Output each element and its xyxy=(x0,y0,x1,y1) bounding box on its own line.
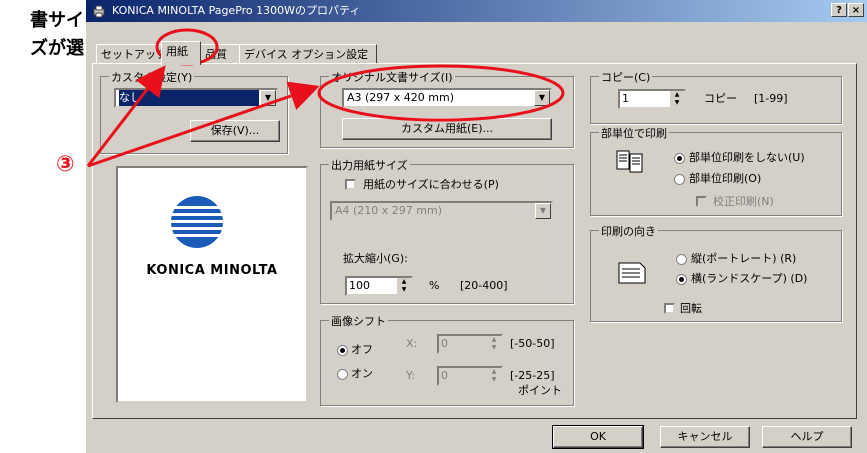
shift-on-label[interactable]: オン xyxy=(351,367,373,381)
spin-arrows-icon[interactable]: ▲ ▼ xyxy=(487,336,501,352)
landscape-page-icon xyxy=(618,262,646,284)
custom-settings-value: なし xyxy=(119,90,259,106)
shift-on-radio[interactable] xyxy=(337,369,348,380)
original-size-label: オリジナル文書サイズ(I) xyxy=(329,69,455,85)
spin-arrows-icon[interactable]: ▲ ▼ xyxy=(397,278,411,294)
copies-value: 1 xyxy=(622,92,629,105)
collate-label: 部単位で印刷 xyxy=(599,125,669,141)
rotate-label[interactable]: 回転 xyxy=(680,302,702,316)
document-text-line2: ズが選 xyxy=(30,38,84,59)
printer-icon xyxy=(93,5,105,18)
shift-x-label: X: xyxy=(406,337,418,350)
original-size-value: A3 (297 x 420 mm) xyxy=(347,91,455,104)
copies-label: コピー(C) xyxy=(599,69,653,85)
shift-y-value: 0 xyxy=(441,369,448,382)
chevron-down-icon[interactable]: ▼ xyxy=(260,90,276,106)
no-collate-label[interactable]: 部単位印刷をしない(U) xyxy=(689,151,805,165)
orientation-label: 印刷の向き xyxy=(599,223,658,239)
tab-quality[interactable]: 品質 xyxy=(200,44,240,64)
shift-off-label[interactable]: オフ xyxy=(351,343,373,357)
rotate-checkbox[interactable] xyxy=(664,303,675,314)
shift-x-spinner[interactable]: 0 ▲ ▼ xyxy=(437,334,503,354)
spin-arrows-icon[interactable]: ▲ ▼ xyxy=(670,91,684,107)
shift-off-radio[interactable] xyxy=(337,345,348,356)
ok-button[interactable]: OK xyxy=(552,425,644,449)
shift-y-spinner[interactable]: 0 ▲ ▼ xyxy=(437,366,503,386)
output-size-combo[interactable]: A4 (210 x 297 mm) ▼ xyxy=(330,201,553,221)
zoom-spinner[interactable]: 100 ▲ ▼ xyxy=(345,276,413,296)
cancel-button[interactable]: キャンセル xyxy=(660,426,750,448)
annotation-number: ③ xyxy=(56,152,75,177)
proof-print-checkbox[interactable] xyxy=(696,196,707,207)
shift-unit: ポイント xyxy=(518,384,562,397)
no-collate-radio[interactable] xyxy=(674,153,685,164)
tab-device-options[interactable]: デバイス オプション設定 xyxy=(239,44,377,64)
output-size-value: A4 (210 x 297 mm) xyxy=(335,204,443,217)
shift-y-range: [-25-25] xyxy=(510,369,555,382)
zoom-range: [20-400] xyxy=(460,279,508,292)
help-button[interactable]: ヘルプ xyxy=(762,426,852,448)
copies-unit: コピー xyxy=(704,92,737,105)
printer-properties-window: KONICA MINOLTA PagePro 1300Wのプロパティ ? × セ… xyxy=(85,0,867,453)
custom-paper-button[interactable]: カスタム用紙(E)... xyxy=(342,118,552,140)
portrait-radio[interactable] xyxy=(676,254,687,265)
close-title-button[interactable]: × xyxy=(848,3,864,17)
tab-setup[interactable]: セットアップ xyxy=(96,44,167,64)
window-title: KONICA MINOLTA PagePro 1300Wのプロパティ xyxy=(112,4,361,17)
original-size-combo[interactable]: A3 (297 x 420 mm) ▼ xyxy=(342,88,552,108)
output-size-label: 出力用紙サイズ xyxy=(329,157,410,173)
collate-option-label[interactable]: 部単位印刷(O) xyxy=(689,172,761,186)
zoom-value: 100 xyxy=(349,279,370,292)
portrait-label[interactable]: 縦(ポートレート) (R) xyxy=(691,252,796,266)
copies-range: [1-99] xyxy=(754,92,788,105)
help-title-button[interactable]: ? xyxy=(831,3,847,17)
image-shift-label: 画像シフト xyxy=(329,313,388,329)
chevron-down-icon[interactable]: ▼ xyxy=(535,203,551,219)
zoom-unit: % xyxy=(429,279,440,292)
proof-print-label[interactable]: 校正印刷(N) xyxy=(713,195,774,209)
logo-preview: KONICA MINOLTA xyxy=(116,166,308,403)
shift-x-value: 0 xyxy=(441,337,448,350)
collate-radio[interactable] xyxy=(674,174,685,185)
title-bar[interactable]: KONICA MINOLTA PagePro 1300Wのプロパティ ? × xyxy=(86,0,867,22)
shift-y-label: Y: xyxy=(406,369,415,382)
custom-settings-label: カスタム設定(Y) xyxy=(109,69,195,85)
logo-text: KONICA MINOLTA xyxy=(146,263,278,278)
konica-minolta-globe-icon xyxy=(169,196,225,248)
shift-x-range: [-50-50] xyxy=(510,337,555,350)
save-button[interactable]: 保存(V)... xyxy=(190,120,280,142)
landscape-radio[interactable] xyxy=(676,274,687,285)
fit-to-paper-checkbox[interactable] xyxy=(345,179,356,190)
tab-paper[interactable]: 用紙 xyxy=(161,41,201,65)
document-text-line1: 書サイ xyxy=(30,10,84,31)
chevron-down-icon[interactable]: ▼ xyxy=(534,90,550,106)
spin-arrows-icon[interactable]: ▲ ▼ xyxy=(487,368,501,384)
copies-spinner[interactable]: 1 ▲ ▼ xyxy=(618,89,686,109)
landscape-label[interactable]: 横(ランドスケープ) (D) xyxy=(691,272,807,286)
zoom-label: 拡大縮小(G): xyxy=(343,252,408,265)
fit-to-paper-label[interactable]: 用紙のサイズに合わせる(P) xyxy=(363,178,499,192)
collate-pages-icon xyxy=(616,150,643,173)
custom-settings-combo[interactable]: なし ▼ xyxy=(114,88,278,108)
